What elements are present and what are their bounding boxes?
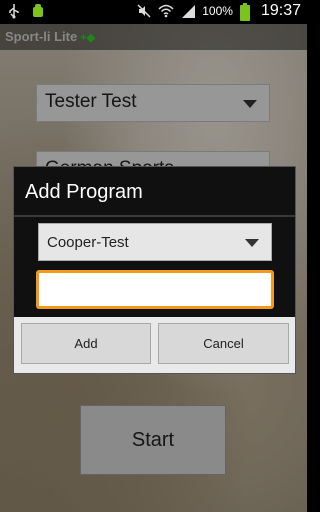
dropdown-arrow-icon xyxy=(245,239,259,247)
program-spinner-value: Cooper-Test xyxy=(47,234,129,251)
program-spinner[interactable]: Cooper-Test xyxy=(38,223,272,261)
dialog-button-bar: Add Cancel xyxy=(14,317,295,373)
mute-icon xyxy=(136,3,152,19)
battery-text: 100% xyxy=(202,4,233,18)
battery-icon xyxy=(239,3,255,21)
add-program-dialog: Add Program Cooper-Test Add Cancel xyxy=(13,166,296,374)
signal-icon xyxy=(180,3,196,19)
status-bar: 100% 19:37 xyxy=(0,0,307,24)
usb-icon xyxy=(6,3,22,19)
dialog-title: Add Program xyxy=(25,181,143,203)
android-notification-icon xyxy=(30,3,46,19)
clock: 19:37 xyxy=(260,2,301,19)
dialog-divider xyxy=(14,215,295,217)
wifi-icon xyxy=(158,3,174,19)
program-name-input[interactable] xyxy=(36,270,274,309)
add-button[interactable]: Add xyxy=(21,323,151,364)
cancel-button[interactable]: Cancel xyxy=(158,323,289,364)
